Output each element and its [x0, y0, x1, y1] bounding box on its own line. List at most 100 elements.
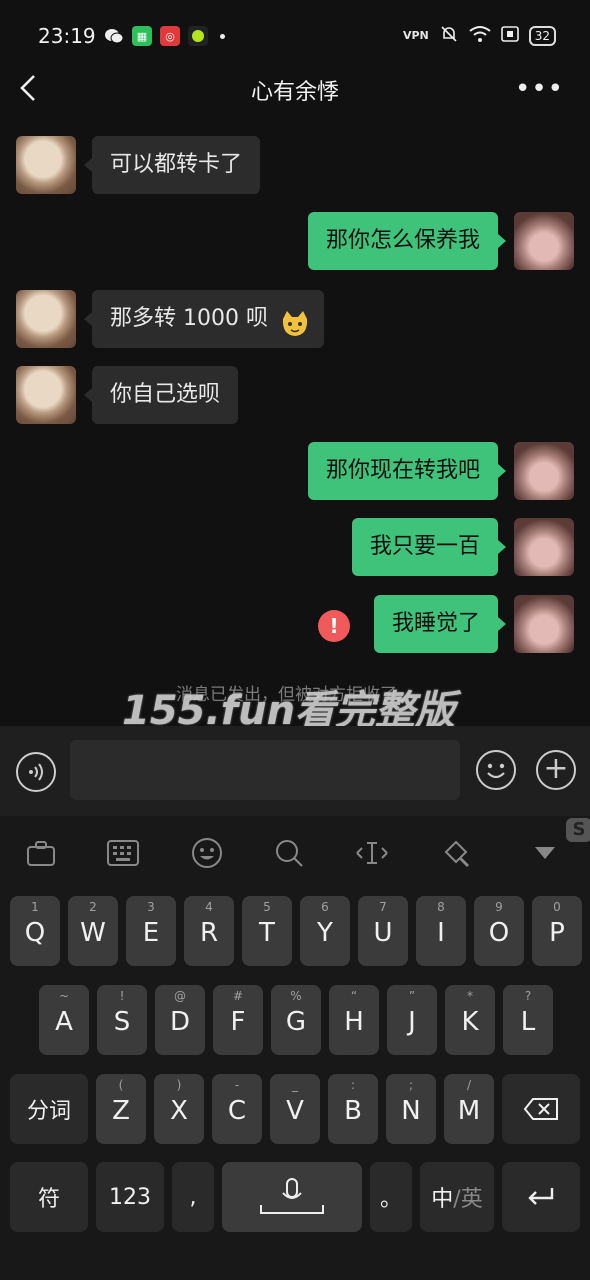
self-avatar[interactable] [514, 518, 574, 576]
key-y[interactable]: 6Y [300, 896, 350, 966]
key-x[interactable]: ) X [154, 1074, 204, 1144]
message-bubble-out[interactable]: 我睡觉了 [373, 595, 507, 653]
key-hint: - [234, 1078, 240, 1092]
emoji-panel-icon[interactable] [190, 836, 224, 870]
screen-icon [500, 26, 519, 45]
enter-key[interactable] [502, 1162, 580, 1232]
key-label: T [259, 918, 275, 948]
key-s[interactable]: ! S [97, 985, 147, 1055]
symbols-key[interactable]: 符 [10, 1162, 88, 1232]
system-icons: VPN 32 [403, 24, 556, 47]
voice-input-button[interactable] [16, 752, 56, 792]
cursor-move-icon[interactable] [355, 836, 389, 870]
message-input[interactable] [70, 740, 460, 800]
key-l[interactable]: ? L [503, 985, 553, 1055]
smile-icon [487, 763, 505, 779]
key-label: R [199, 918, 219, 948]
search-icon[interactable] [272, 836, 306, 870]
contact-avatar[interactable] [16, 290, 76, 348]
key-label: G [285, 1007, 307, 1037]
key-hint: ~ [58, 989, 70, 1003]
key-i[interactable]: 8I [416, 896, 466, 966]
message-bubble-in[interactable]: 那多转 1000 呗 [84, 290, 324, 348]
key-label: A [55, 1007, 73, 1037]
microphone-icon [222, 1162, 362, 1232]
more-button[interactable]: ••• [515, 74, 564, 104]
self-avatar[interactable] [514, 212, 574, 270]
space-key[interactable] [222, 1162, 362, 1232]
key-a[interactable]: ~ A [39, 985, 89, 1055]
lang-zh-label: 中 [431, 1187, 454, 1212]
language-switch-key[interactable]: 中/英 [420, 1162, 494, 1232]
backspace-key[interactable] [502, 1074, 580, 1144]
key-hint: 6 [321, 900, 329, 914]
key-r[interactable]: 4R [184, 896, 234, 966]
self-avatar[interactable] [514, 595, 574, 653]
mute-bell-icon [439, 24, 459, 47]
key-hint: 9 [495, 900, 503, 914]
key-t[interactable]: 5T [242, 896, 292, 966]
key-label: J [408, 1007, 416, 1037]
message-bubble-in[interactable]: 你自己选呗 [83, 366, 239, 424]
key-g[interactable]: % G [271, 985, 321, 1055]
key-m[interactable]: / M [444, 1074, 494, 1144]
key-o[interactable]: 9O [474, 896, 524, 966]
key-label: N [401, 1096, 421, 1126]
netease-music-icon: ◎ [160, 26, 180, 46]
key-hint: * [467, 989, 473, 1003]
key-e[interactable]: 3E [126, 896, 176, 966]
key-f[interactable]: # F [213, 985, 263, 1055]
app-icon-dot [188, 26, 208, 46]
notification-icons: ▦ ◎ [104, 26, 225, 46]
key-b[interactable]: :B [328, 1074, 378, 1144]
key-label: D [169, 1007, 191, 1037]
key-label: Y [317, 918, 333, 948]
key-q[interactable]: 1Q [10, 896, 60, 966]
key-hint: 7 [379, 900, 387, 914]
key-hint: / [466, 1078, 472, 1092]
key-n[interactable]: ; N [386, 1074, 436, 1144]
key-hint: # [232, 989, 244, 1003]
contact-avatar[interactable] [16, 366, 76, 424]
emoji-button[interactable] [476, 750, 516, 790]
key-p[interactable]: 0P [532, 896, 582, 966]
collapse-keyboard-icon[interactable] [528, 836, 562, 870]
message-bubble-out[interactable]: 那你现在转我吧 [307, 442, 507, 500]
key-c[interactable]: -C [212, 1074, 262, 1144]
more-notifications-dot [220, 33, 225, 39]
key-label: K [461, 1007, 479, 1037]
key-u[interactable]: 7U [358, 896, 408, 966]
voice-icon [29, 763, 43, 781]
plus-button[interactable]: + [536, 750, 576, 790]
key-d[interactable]: @ D [155, 985, 205, 1055]
comma-key[interactable]: , [172, 1162, 214, 1232]
vpn-icon: VPN [402, 29, 429, 42]
key-hint: 0 [553, 900, 561, 914]
toolbox-icon[interactable] [24, 836, 58, 870]
key-hint: @ [174, 989, 186, 1003]
keyboard-layout-icon[interactable] [106, 836, 140, 870]
contact-avatar[interactable] [16, 136, 76, 194]
period-key[interactable]: 。 [370, 1162, 412, 1232]
message-bubble-in[interactable]: 可以都转卡了 [83, 136, 261, 194]
fenci-key[interactable]: 分词 [10, 1074, 88, 1144]
key-hint: 1 [31, 900, 39, 914]
key-j[interactable]: ” J [387, 985, 437, 1055]
key-w[interactable]: 2W [68, 896, 118, 966]
send-failed-icon[interactable]: ! [318, 610, 350, 642]
key-k[interactable]: * K [445, 985, 495, 1055]
key-hint: : [350, 1078, 356, 1092]
message-bubble-out[interactable]: 那你怎么保养我 [307, 212, 507, 270]
cat-emoji-icon [280, 304, 310, 336]
key-label: Z [112, 1096, 130, 1126]
enter-icon [502, 1162, 580, 1232]
numbers-key[interactable]: 123 [96, 1162, 164, 1232]
key-label: M [457, 1096, 481, 1126]
key-h[interactable]: “H [329, 985, 379, 1055]
self-avatar[interactable] [514, 442, 574, 500]
sogou-logo-icon: S [566, 818, 590, 842]
skin-brush-icon[interactable] [438, 836, 472, 870]
key-z[interactable]: (Z [96, 1074, 146, 1144]
key-v[interactable]: _ V [270, 1074, 320, 1144]
message-bubble-out[interactable]: 我只要一百 [351, 518, 507, 576]
